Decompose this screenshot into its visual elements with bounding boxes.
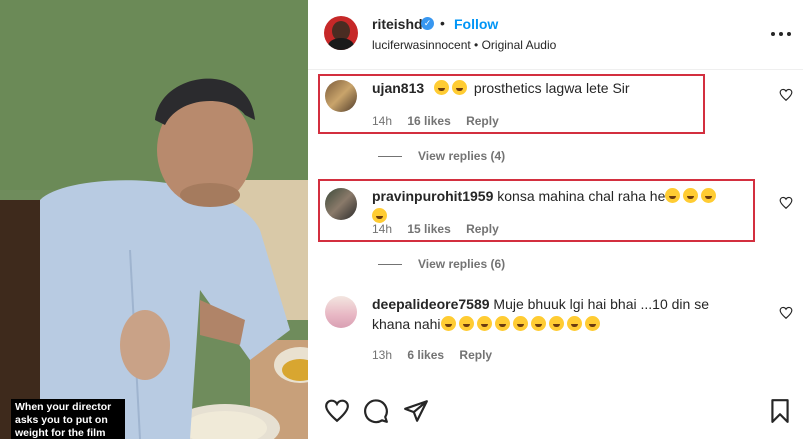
view-replies-label: View replies (6)	[418, 257, 506, 271]
video-frame	[0, 0, 308, 439]
comment-text: ujan813 prosthetics lagwa lete Sir	[372, 78, 732, 98]
reply-button[interactable]: Reply	[466, 114, 499, 128]
comment-time: 14h	[372, 222, 393, 236]
laughing-emoji-icon	[476, 316, 492, 331]
laughing-emoji-icon	[494, 316, 510, 331]
comment-likes[interactable]: 6 likes	[407, 348, 444, 362]
laughing-emoji-icon	[665, 188, 681, 203]
view-replies-button[interactable]: View replies (6)	[378, 257, 505, 271]
post-action-bar	[308, 390, 803, 430]
laughing-emoji-icon	[530, 316, 546, 331]
comment-item: deepalideore7589 Muje bhuuk lgi hai bhai…	[308, 294, 803, 374]
author-avatar[interactable]	[324, 16, 358, 50]
comment-likes[interactable]: 16 likes	[407, 114, 450, 128]
laughing-emoji-icon	[566, 316, 582, 331]
comment-body: konsa mahina chal raha he	[497, 188, 666, 204]
laughing-emoji-icon	[434, 80, 450, 95]
follow-button[interactable]: Follow	[454, 16, 498, 32]
verified-icon: ✓	[421, 17, 434, 30]
comment-item: ujan813 prosthetics lagwa lete Sir 14h 1…	[308, 78, 803, 138]
video-caption: When your director asks you to put on we…	[11, 399, 125, 439]
comment-time: 14h	[372, 114, 393, 128]
video-panel[interactable]: When your director asks you to put on we…	[0, 0, 308, 439]
comment-body: prosthetics lagwa lete Sir	[473, 80, 630, 96]
reply-button[interactable]: Reply	[459, 348, 492, 362]
heart-icon[interactable]	[324, 398, 350, 424]
comment-item: pravinpurohit1959 konsa mahina chal raha…	[308, 186, 803, 246]
commenter-username[interactable]: ujan813	[372, 80, 424, 96]
more-icon[interactable]	[771, 24, 791, 44]
replies-divider	[378, 156, 402, 158]
laughing-emoji-icon	[548, 316, 564, 331]
reply-button[interactable]: Reply	[466, 222, 499, 236]
comment-meta: 14h 16 likes Reply	[372, 114, 511, 128]
replies-divider	[378, 264, 402, 266]
laughing-emoji-icon	[458, 316, 474, 331]
laughing-emoji-icon	[683, 188, 699, 203]
audio-source[interactable]: luciferwasinnocent • Original Audio	[372, 38, 556, 52]
laughing-emoji-icon	[701, 188, 717, 203]
share-icon[interactable]	[403, 398, 429, 424]
comment-likes[interactable]: 15 likes	[407, 222, 450, 236]
heart-icon[interactable]	[779, 196, 793, 210]
commenter-avatar[interactable]	[325, 188, 357, 220]
laughing-emoji-icon	[452, 80, 468, 95]
more-dot	[779, 32, 783, 36]
laughing-emoji-icon	[512, 316, 528, 331]
heart-icon[interactable]	[779, 306, 793, 320]
commenter-username[interactable]: deepalideore7589	[372, 296, 490, 312]
bookmark-icon[interactable]	[767, 398, 793, 424]
post-header: riteishd ✓ • Follow luciferwasinnocent •…	[308, 0, 803, 70]
comment-meta: 13h 6 likes Reply	[372, 348, 504, 362]
author-username[interactable]: riteishd	[372, 16, 423, 32]
laughing-emoji-icon	[584, 316, 600, 331]
more-dot	[771, 32, 775, 36]
comment-text: deepalideore7589 Muje bhuuk lgi hai bhai…	[372, 294, 732, 334]
more-dot	[787, 32, 791, 36]
instagram-post: When your director asks you to put on we…	[0, 0, 803, 439]
laughing-emoji-icon	[372, 208, 387, 223]
emoji-group	[440, 316, 603, 332]
heart-icon[interactable]	[779, 88, 793, 102]
comment-icon[interactable]	[363, 398, 389, 424]
view-replies-button[interactable]: View replies (4)	[378, 149, 505, 163]
commenter-avatar[interactable]	[325, 80, 357, 112]
emoji-group	[434, 80, 470, 96]
commenter-avatar[interactable]	[325, 296, 357, 328]
view-replies-label: View replies (4)	[418, 149, 506, 163]
comment-text: pravinpurohit1959 konsa mahina chal raha…	[372, 186, 732, 226]
comment-time: 13h	[372, 348, 393, 362]
avatar-body	[328, 38, 354, 50]
header-dot-separator: •	[440, 15, 445, 31]
commenter-username[interactable]: pravinpurohit1959	[372, 188, 493, 204]
comment-meta: 14h 15 likes Reply	[372, 222, 511, 236]
post-side-panel: riteishd ✓ • Follow luciferwasinnocent •…	[308, 0, 803, 439]
laughing-emoji-icon	[440, 316, 456, 331]
